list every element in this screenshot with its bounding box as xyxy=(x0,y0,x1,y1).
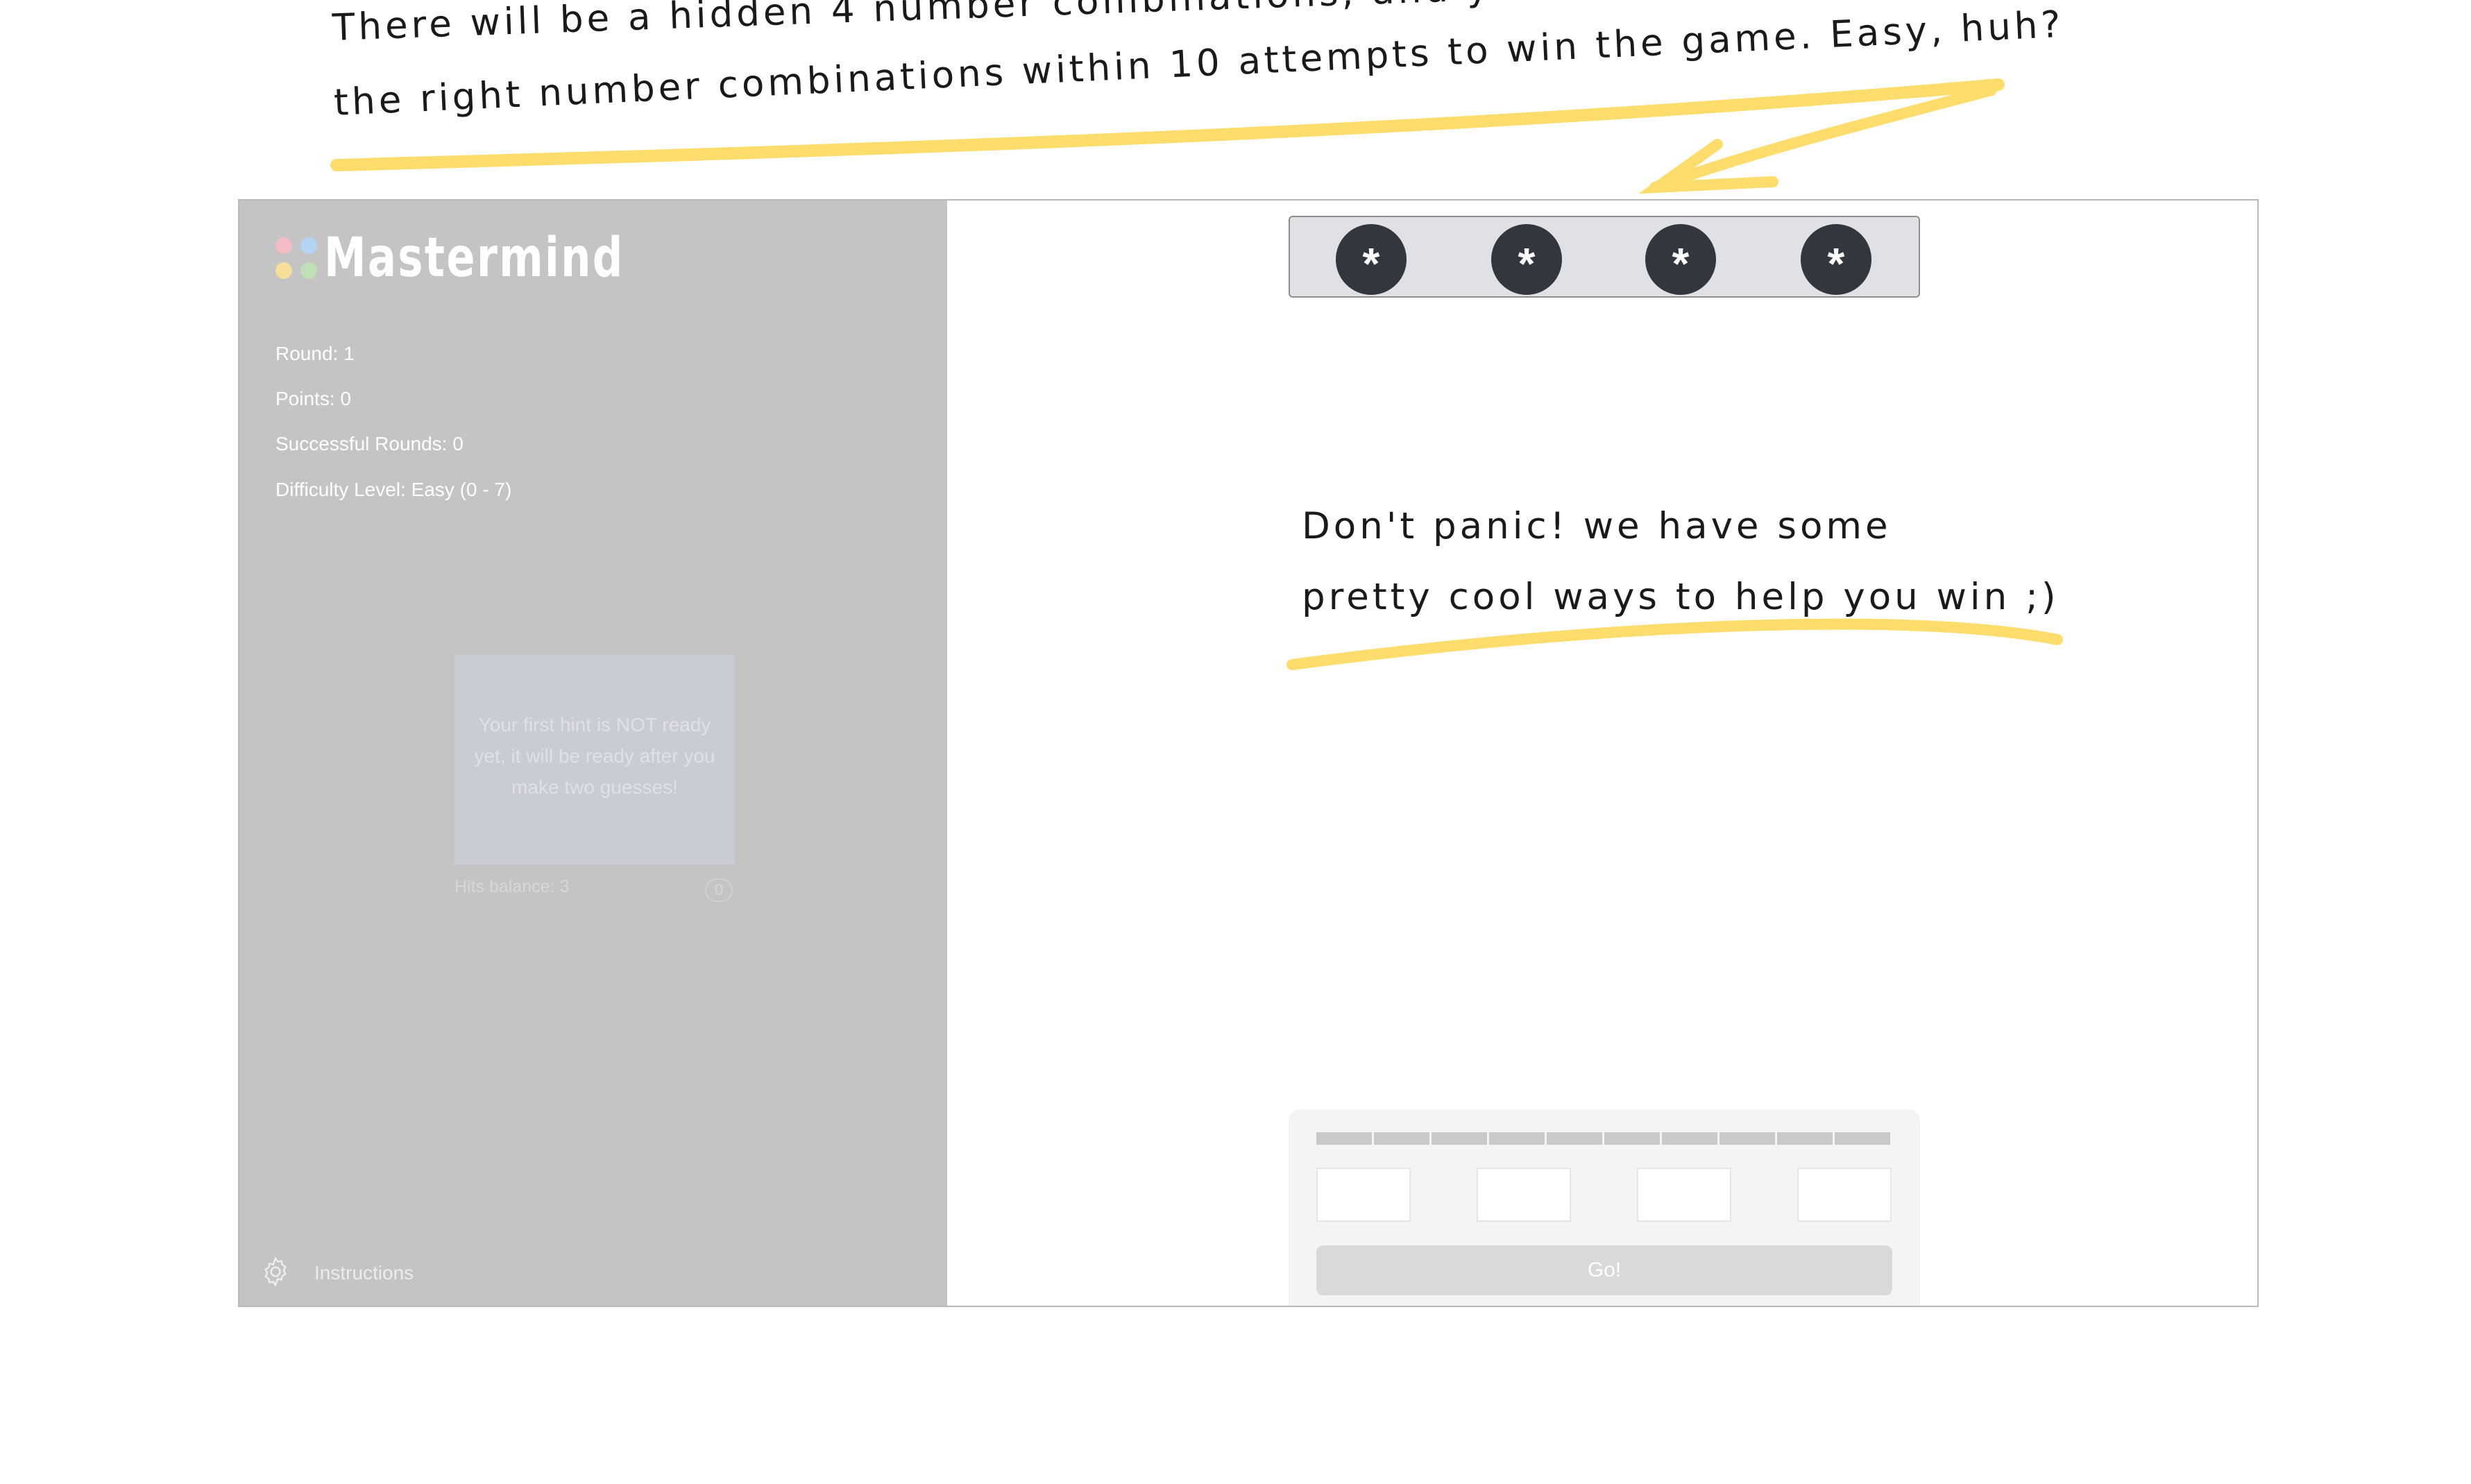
guess-input-2[interactable] xyxy=(1477,1168,1571,1222)
attempt-segment xyxy=(1777,1132,1833,1145)
round-stat: Round: 1 xyxy=(275,343,355,364)
secret-peg: * xyxy=(1491,224,1562,295)
app-window: Mastermind Round: 1 Points: 0 Successful… xyxy=(238,199,2259,1307)
attempt-segment xyxy=(1316,1132,1372,1145)
secret-peg: * xyxy=(1645,224,1716,295)
annotation-mid-line-2: pretty cool ways to help you win ;) xyxy=(1302,576,2060,618)
go-button[interactable]: Go! xyxy=(1316,1245,1892,1295)
annotation-mid-line-1: Don't panic! we have some xyxy=(1302,505,1892,547)
points-stat: Points: 0 xyxy=(275,388,351,409)
hits-balance-label: Hits balance: 3 xyxy=(455,877,570,896)
attempt-segment xyxy=(1374,1132,1429,1145)
attempt-segment xyxy=(1662,1132,1717,1145)
logo: Mastermind xyxy=(275,227,709,289)
hits-badge[interactable]: 0 xyxy=(705,878,733,902)
secret-peg-mask: * xyxy=(1362,239,1380,289)
successful-rounds-stat: Successful Rounds: 0 xyxy=(275,433,464,454)
secret-peg: * xyxy=(1801,224,1871,295)
app-title: Mastermind xyxy=(324,227,625,289)
guess-input-3[interactable] xyxy=(1637,1168,1731,1222)
attempt-segment xyxy=(1835,1132,1890,1145)
hint-card: Your first hint is NOT ready yet, it wil… xyxy=(455,655,735,864)
logo-dots-icon xyxy=(275,237,317,279)
attempt-segment xyxy=(1719,1132,1775,1145)
logo-dot xyxy=(275,237,292,254)
attempt-segment xyxy=(1547,1132,1602,1145)
instructions-link[interactable]: Instructions xyxy=(314,1262,414,1284)
secret-peg-mask: * xyxy=(1672,239,1690,289)
secret-peg-mask: * xyxy=(1518,239,1536,289)
sidebar: Mastermind Round: 1 Points: 0 Successful… xyxy=(239,201,947,1306)
logo-dot xyxy=(300,262,317,279)
attempt-segment xyxy=(1604,1132,1660,1145)
guess-panel: Go! xyxy=(1289,1109,1920,1306)
attempt-segment xyxy=(1432,1132,1487,1145)
secret-code-bar: * * * * xyxy=(1289,216,1920,298)
logo-dot xyxy=(300,237,317,254)
logo-dot xyxy=(275,262,292,279)
guess-input-4[interactable] xyxy=(1797,1168,1892,1222)
difficulty-stat: Difficulty Level: Easy (0 - 7) xyxy=(275,479,512,500)
secret-peg: * xyxy=(1336,224,1407,295)
secret-peg-mask: * xyxy=(1827,239,1845,289)
attempt-segment xyxy=(1489,1132,1545,1145)
gear-icon[interactable] xyxy=(259,1255,292,1288)
guess-input-1[interactable] xyxy=(1316,1168,1411,1222)
arrow-head-stroke xyxy=(1638,139,1778,194)
arrow-shaft-stroke xyxy=(1649,85,1997,193)
